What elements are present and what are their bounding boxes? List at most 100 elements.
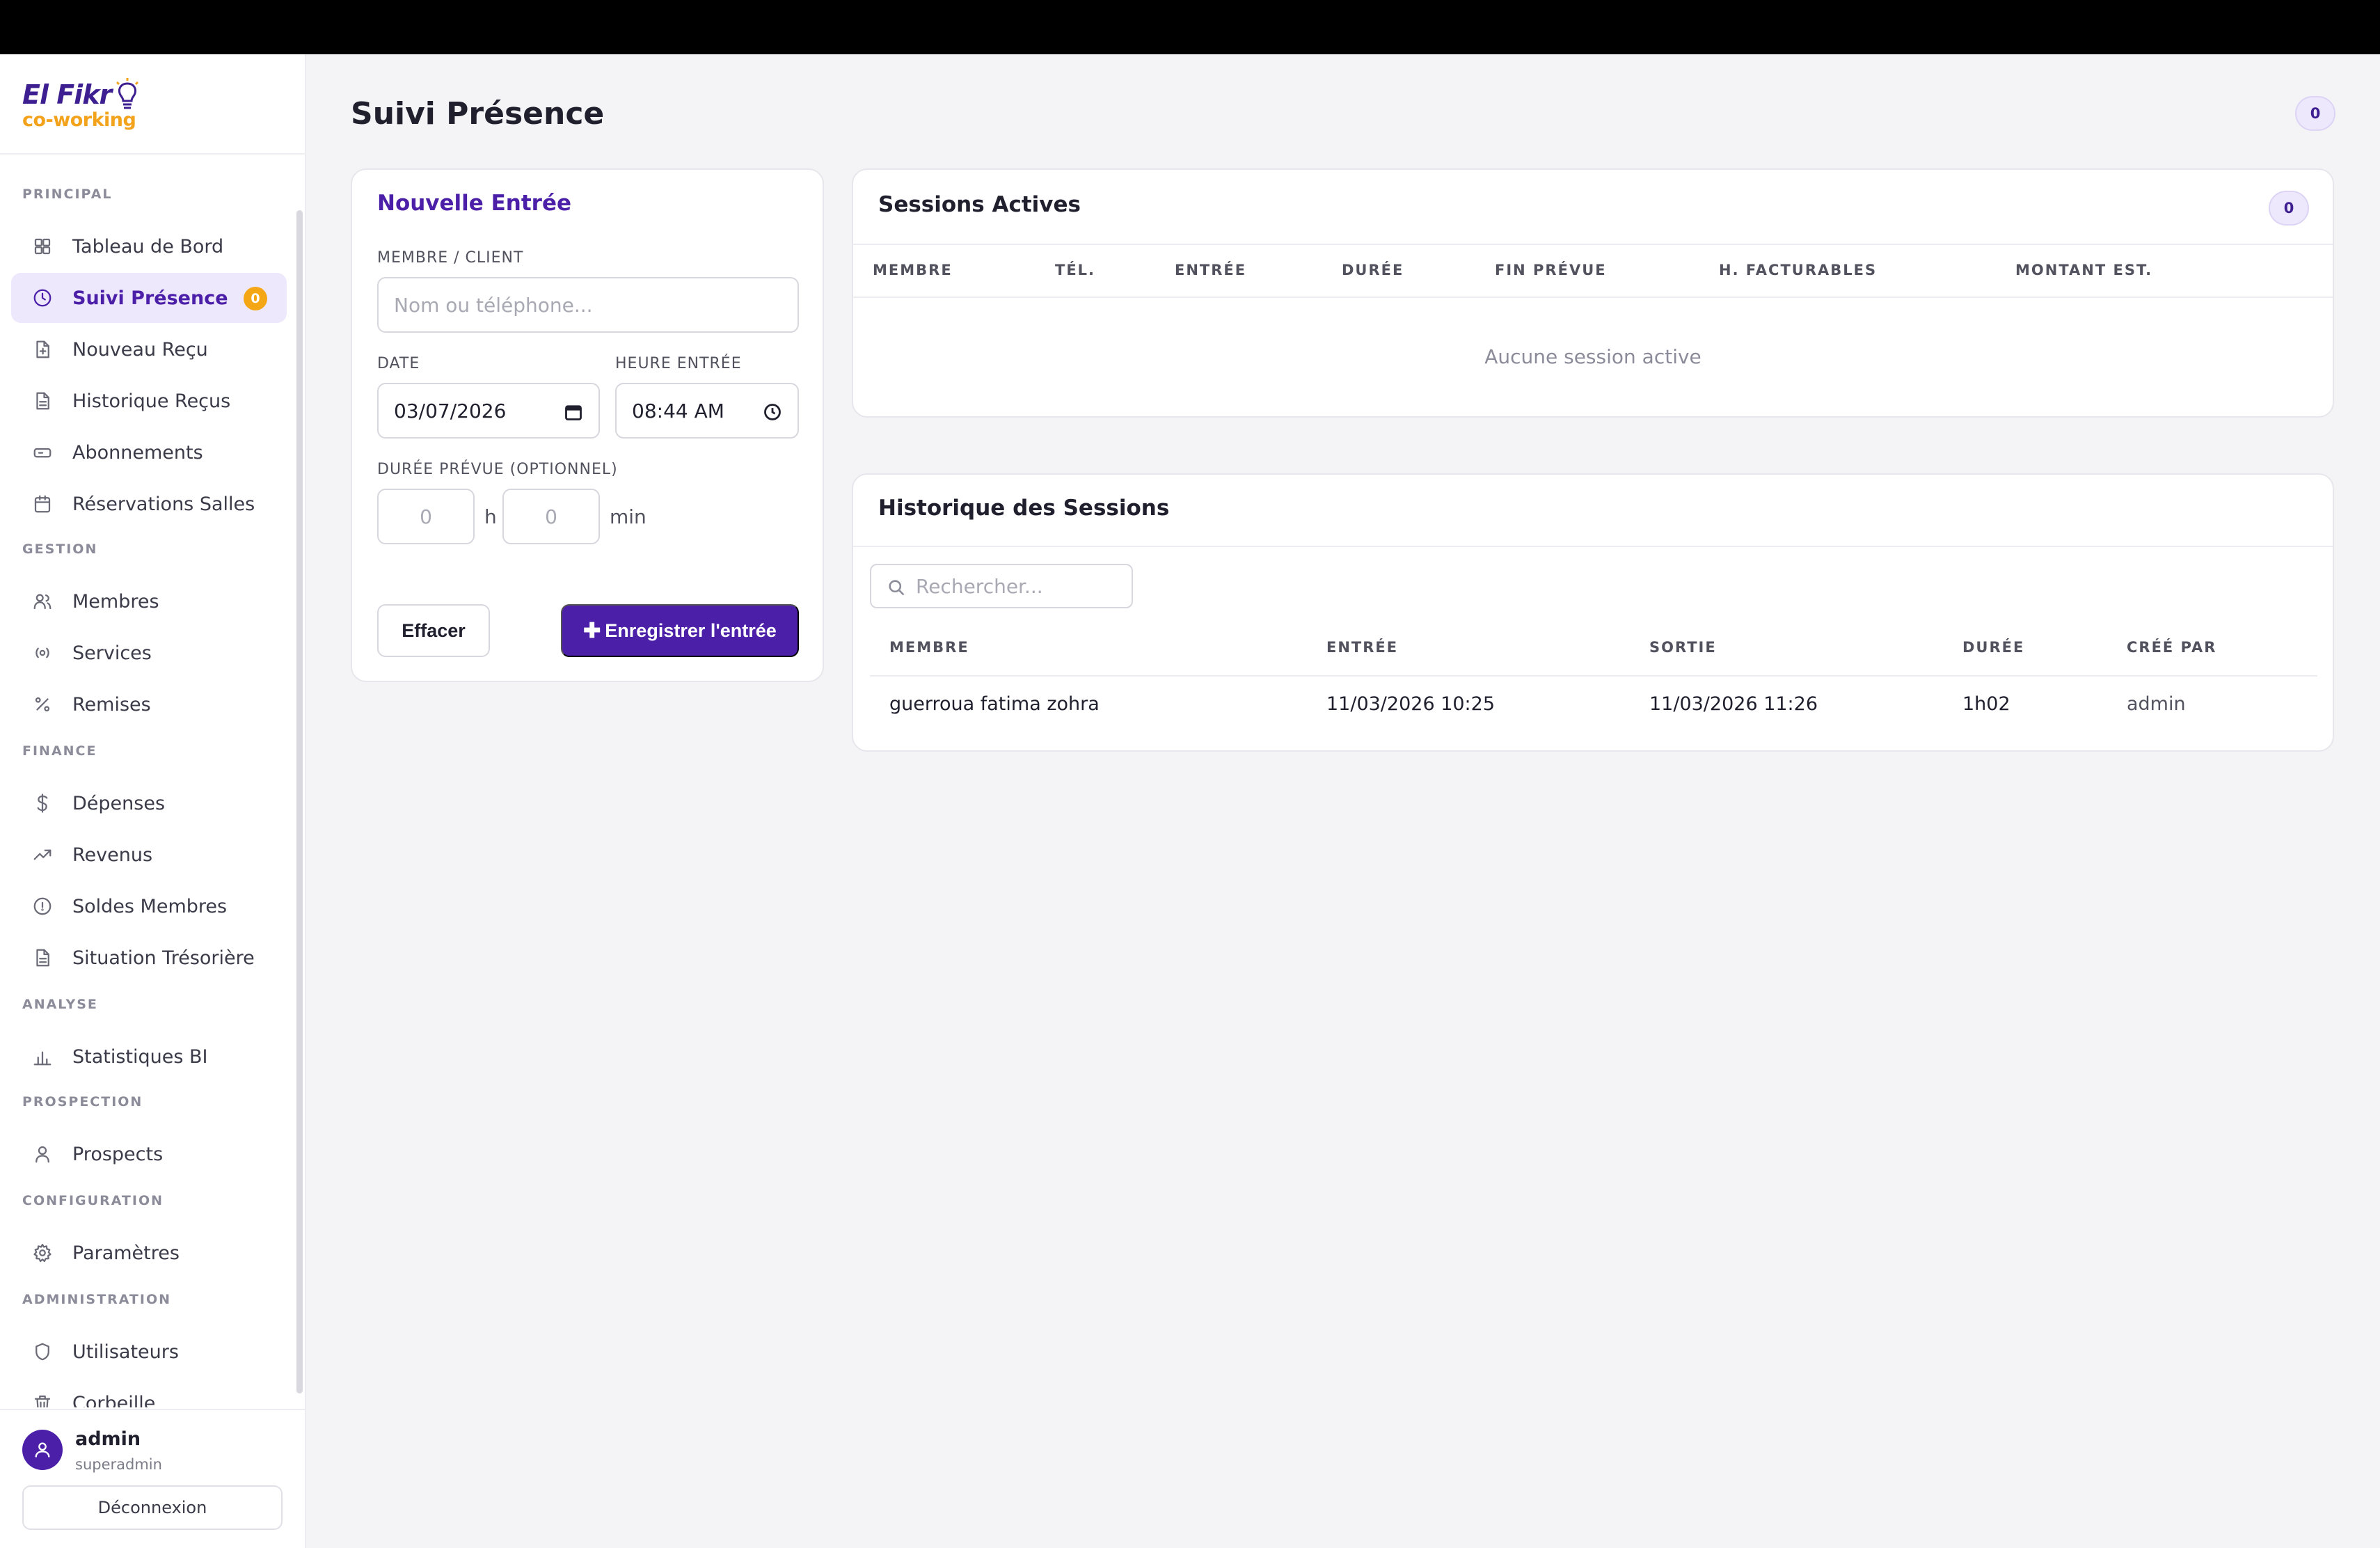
session-history-title: Historique des Sessions [878, 496, 1170, 521]
divider [870, 675, 2317, 677]
sidebar-item-soldes-membres[interactable]: Soldes Membres [11, 881, 287, 931]
column-header[interactable]: MONTANT EST. [2015, 262, 2152, 278]
column-header[interactable]: TÉL. [1055, 262, 1095, 278]
sidebar-item-historique-recus[interactable]: Historique Reçus [11, 376, 287, 426]
sidebar-item-corbeille[interactable]: Corbeille [11, 1378, 287, 1407]
sidebar-section-prospection: PROSPECTION [22, 1094, 143, 1109]
clock-icon[interactable] [763, 402, 782, 422]
column-header[interactable]: H. FACTURABLES [1719, 262, 1877, 278]
file-text-icon [31, 946, 54, 970]
avatar[interactable] [22, 1430, 63, 1470]
clear-button[interactable]: Effacer [377, 604, 490, 657]
column-header[interactable]: CRÉÉ PAR [2127, 639, 2216, 656]
sidebar-item-remises[interactable]: Remises [11, 679, 287, 729]
user-icon [35, 1442, 50, 1458]
duration-minutes-input[interactable]: 0 [502, 489, 600, 544]
sidebar-section-administration: ADMINISTRATION [22, 1292, 172, 1307]
sidebar-item-label: Revenus [72, 844, 153, 866]
sidebar-item-services[interactable]: Services [11, 628, 287, 678]
grid-icon [31, 235, 54, 258]
sidebar-item-reservations-salles[interactable]: Réservations Salles [11, 479, 287, 529]
logout-button[interactable]: Déconnexion [22, 1485, 283, 1530]
search-icon [889, 580, 905, 596]
clock-icon [31, 286, 54, 310]
session-history-card: Historique des Sessions Rechercher... ME… [852, 473, 2334, 752]
sidebar-item-label: Paramètres [72, 1242, 180, 1264]
sidebar-section-analyse: ANALYSE [22, 997, 98, 1012]
sidebar-item-label: Utilisateurs [72, 1341, 179, 1363]
card-icon [31, 441, 54, 464]
sidebar-scrollbar[interactable] [296, 210, 303, 1393]
sidebar-item-nouveau-recu[interactable]: Nouveau Reçu [11, 324, 287, 374]
active-sessions-card: Sessions Actives 0 MEMBRE TÉL. ENTRÉE DURÉE… [852, 168, 2334, 418]
column-header[interactable]: ENTRÉE [1326, 639, 1398, 656]
column-header[interactable]: DURÉE [1342, 262, 1404, 278]
sidebar-item-suivi-presence[interactable]: Suivi Présence 0 [11, 273, 287, 323]
duration-hours-input[interactable]: 0 [377, 489, 475, 544]
sidebar-item-abonnements[interactable]: Abonnements [11, 427, 287, 477]
divider [853, 297, 2333, 298]
sidebar-item-label: Abonnements [72, 441, 203, 464]
user-name: admin [75, 1428, 141, 1450]
sidebar-item-label: Réservations Salles [72, 493, 255, 515]
column-header[interactable]: DURÉE [1962, 639, 2024, 656]
sidebar-item-prospects[interactable]: Prospects [11, 1129, 287, 1179]
hours-unit: h [484, 505, 497, 528]
sidebar-item-utilisateurs[interactable]: Utilisateurs [11, 1327, 287, 1377]
date-input[interactable]: 03/07/2026 [377, 383, 600, 439]
column-header[interactable]: SORTIE [1649, 639, 1717, 656]
member-label: MEMBRE / CLIENT [377, 249, 524, 267]
history-search-input[interactable]: Rechercher... [870, 564, 1133, 608]
trash-icon [31, 1391, 54, 1407]
column-header[interactable]: MEMBRE [889, 639, 969, 656]
sidebar-item-label: Prospects [72, 1143, 164, 1165]
sidebar-section-gestion: GESTION [22, 542, 98, 557]
circle-icon [31, 894, 54, 918]
sidebar-item-membres[interactable]: Membres [11, 576, 287, 626]
sidebar-nav: PRINCIPAL Tableau de Bord Suivi Présence 0 N… [0, 155, 295, 1407]
table-cell: guerroua fatima zohra [889, 693, 1100, 715]
page-title: Suivi Présence [351, 96, 605, 132]
sidebar-item-label: Remises [72, 693, 151, 716]
sidebar: El Fikr co-working PRINCIPAL Tableau de B… [0, 54, 306, 1548]
sidebar-item-statistiques-bi[interactable]: Statistiques BI [11, 1032, 287, 1082]
date-value: 03/07/2026 [394, 399, 507, 422]
time-value: 08:44 AM [632, 399, 724, 422]
save-entry-label: Enregistrer l'entrée [605, 619, 777, 641]
sidebar-item-situation-tresoriere[interactable]: Situation Trésorière [11, 933, 287, 983]
sidebar-item-revenus[interactable]: Revenus [11, 830, 287, 880]
users-icon [31, 590, 54, 613]
sidebar-item-tableau-de-bord[interactable]: Tableau de Bord [11, 221, 287, 271]
member-search-input[interactable]: Nom ou téléphone... [377, 277, 799, 333]
column-header[interactable]: MEMBRE [873, 262, 953, 278]
sidebar-item-label: Situation Trésorière [72, 947, 255, 969]
sidebar-section-configuration: CONFIGURATION [22, 1193, 164, 1208]
sidebar-item-label: Suivi Présence [72, 287, 228, 309]
sidebar-item-parametres[interactable]: Paramètres [11, 1228, 287, 1278]
column-header[interactable]: FIN PRÉVUE [1495, 262, 1607, 278]
sidebar-item-depenses[interactable]: Dépenses [11, 778, 287, 828]
sidebar-section-finance: FINANCE [22, 743, 97, 759]
file-plus-icon [31, 338, 54, 361]
lightbulb-icon [116, 78, 139, 109]
sidebar-item-label: Nouveau Reçu [72, 338, 208, 361]
save-entry-button[interactable]: ✚ Enregistrer l'entrée [561, 604, 799, 657]
window-top-bar [0, 0, 2380, 54]
divider [853, 244, 2333, 245]
user-icon [31, 1142, 54, 1166]
notification-badge[interactable]: 0 [2295, 96, 2335, 131]
column-header[interactable]: ENTRÉE [1175, 262, 1246, 278]
brand-logo[interactable]: El Fikr co-working [0, 54, 305, 155]
sidebar-item-label: Historique Reçus [72, 390, 231, 412]
empty-state-message: Aucune session active [1484, 345, 1701, 368]
calendar-icon[interactable] [564, 402, 583, 422]
divider [853, 546, 2333, 547]
plus-icon: ✚ [583, 619, 601, 642]
time-input[interactable]: 08:44 AM [615, 383, 799, 439]
nav-count-badge: 0 [244, 287, 267, 310]
radio-icon [31, 641, 54, 665]
brand-name: El Fikr [22, 79, 112, 110]
sidebar-item-label: Corbeille [72, 1392, 156, 1408]
new-entry-card: Nouvelle Entrée MEMBRE / CLIENT Nom ou t… [351, 168, 824, 682]
date-label: DATE [377, 355, 420, 372]
